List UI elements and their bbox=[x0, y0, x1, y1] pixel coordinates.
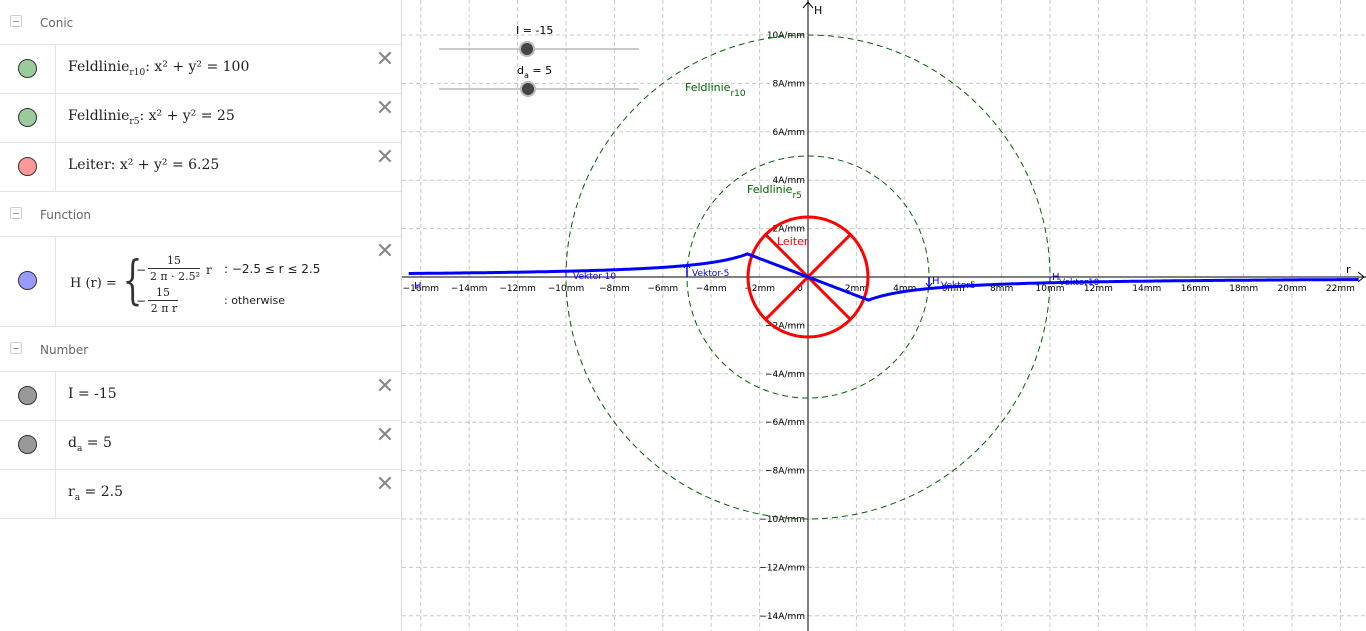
slider-da-handle[interactable] bbox=[520, 81, 536, 97]
x-tick-label: −12mm bbox=[499, 284, 536, 294]
y-tick-labels: 10A/mm8A/mm6A/mm4A/mm2A/mm−2A/mm−4A/mm−6… bbox=[759, 31, 805, 622]
vector-m5-label: Vektor-5 bbox=[692, 269, 729, 279]
delete-icon[interactable]: ✕ bbox=[375, 474, 395, 496]
visibility-toggle-icon[interactable] bbox=[18, 435, 37, 454]
category-label: Function bbox=[40, 208, 92, 222]
algebra-view: Conic Feldlinier10: x² + y² = 100 ✕ Feld… bbox=[0, 0, 402, 631]
y-tick-label: 8A/mm bbox=[773, 79, 805, 89]
grid bbox=[402, 0, 1366, 631]
delete-icon[interactable]: ✕ bbox=[375, 425, 395, 447]
collapse-toggle-icon[interactable] bbox=[10, 207, 22, 219]
delete-icon[interactable]: ✕ bbox=[375, 147, 395, 169]
algebra-item-da[interactable]: da = 5 ✕ bbox=[0, 420, 401, 470]
visibility-toggle-icon[interactable] bbox=[18, 386, 37, 405]
item-expression[interactable]: Leiter: x² + y² = 6.25 bbox=[68, 157, 219, 173]
collapse-toggle-icon[interactable] bbox=[10, 342, 22, 354]
y-tick-label: −6A/mm bbox=[765, 418, 805, 428]
category-function[interactable]: Function bbox=[0, 192, 401, 236]
axes: r H bbox=[402, 0, 1366, 631]
h-label-5: H bbox=[932, 276, 940, 287]
h-label-left: H bbox=[414, 281, 422, 292]
category-conic[interactable]: Conic bbox=[0, 0, 401, 44]
item-expression[interactable]: ra = 2.5 bbox=[68, 484, 123, 503]
x-tick-label: 20mm bbox=[1278, 284, 1307, 294]
visibility-toggle-icon[interactable] bbox=[18, 271, 37, 290]
x-tick-label: −8mm bbox=[599, 284, 630, 294]
category-number[interactable]: Number bbox=[0, 327, 401, 371]
x-tick-label: 14mm bbox=[1132, 284, 1161, 294]
algebra-item-leiter[interactable]: Leiter: x² + y² = 6.25 ✕ bbox=[0, 142, 401, 192]
x-axis-label: r bbox=[1346, 263, 1351, 276]
delete-icon[interactable]: ✕ bbox=[375, 376, 395, 398]
algebra-item-I[interactable]: I = -15 ✕ bbox=[0, 371, 401, 421]
vector-10-label: Vektor10 bbox=[1059, 278, 1100, 288]
item-expression[interactable]: Feldlinier5: x² + y² = 25 bbox=[68, 108, 235, 127]
x-tick-labels: −16mm −14mm −12mm −10mm −8mm −6mm −4mm −2mm 0 2mm… bbox=[403, 284, 1355, 294]
x-tick-label: 18mm bbox=[1229, 284, 1258, 294]
x-tick-label: −4mm bbox=[696, 284, 727, 294]
slider-I-handle[interactable] bbox=[519, 41, 535, 57]
delete-icon[interactable]: ✕ bbox=[375, 241, 395, 263]
delete-icon[interactable]: ✕ bbox=[375, 98, 395, 120]
y-tick-label: −4A/mm bbox=[765, 370, 805, 380]
visibility-toggle-icon[interactable] bbox=[18, 59, 37, 78]
algebra-item-feldlinie-r5[interactable]: Feldlinier5: x² + y² = 25 ✕ bbox=[0, 93, 401, 143]
item-expression[interactable]: da = 5 bbox=[68, 435, 112, 454]
y-tick-label: −8A/mm bbox=[765, 467, 805, 477]
slider-da-label: da = 5 bbox=[517, 64, 552, 80]
y-tick-label: −14A/mm bbox=[759, 612, 805, 622]
x-tick-label: −14mm bbox=[451, 284, 488, 294]
y-tick-label: 10A/mm bbox=[767, 31, 805, 41]
vector-5-label: Vektor5 bbox=[941, 281, 976, 291]
algebra-item-feldlinie-r10[interactable]: Feldlinier10: x² + y² = 100 ✕ bbox=[0, 44, 401, 94]
field-line-r10-label: Feldlinier10 bbox=[685, 81, 746, 99]
y-axis-label: H bbox=[814, 4, 822, 17]
conductor-label: Leiter bbox=[777, 235, 809, 248]
algebra-item-function-h[interactable]: H (r) = { − 15 2 π · 2.5² r : −2.5 ≤ r ≤… bbox=[0, 236, 401, 327]
algebra-item-ra[interactable]: ra = 2.5 ✕ bbox=[0, 469, 401, 519]
item-expression[interactable]: I = -15 bbox=[68, 386, 117, 402]
y-tick-label: −12A/mm bbox=[759, 563, 805, 573]
piecewise-function[interactable]: H (r) = { − 15 2 π · 2.5² r : −2.5 ≤ r ≤… bbox=[60, 237, 360, 327]
graphics-view[interactable]: r H −16mm −14mm −12mm −10mm −8mm −6mm −4mm −2mm… bbox=[402, 0, 1366, 631]
category-label: Conic bbox=[40, 16, 74, 30]
x-tick-label: 22mm bbox=[1326, 284, 1355, 294]
vector-m10-label: Vektor-10 bbox=[573, 272, 616, 282]
slider-I-label: I = -15 bbox=[516, 24, 553, 37]
y-tick-label: 6A/mm bbox=[773, 128, 805, 138]
category-label: Number bbox=[40, 343, 89, 357]
collapse-toggle-icon[interactable] bbox=[10, 15, 22, 27]
x-tick-label: 16mm bbox=[1181, 284, 1210, 294]
visibility-toggle-icon[interactable] bbox=[18, 157, 37, 176]
delete-icon[interactable]: ✕ bbox=[375, 49, 395, 71]
y-tick-label: −10A/mm bbox=[759, 515, 805, 525]
item-expression[interactable]: Feldlinier10: x² + y² = 100 bbox=[68, 59, 249, 78]
h-label-10: H bbox=[1052, 272, 1060, 283]
visibility-toggle-icon[interactable] bbox=[18, 108, 37, 127]
x-tick-label: −6mm bbox=[647, 284, 678, 294]
